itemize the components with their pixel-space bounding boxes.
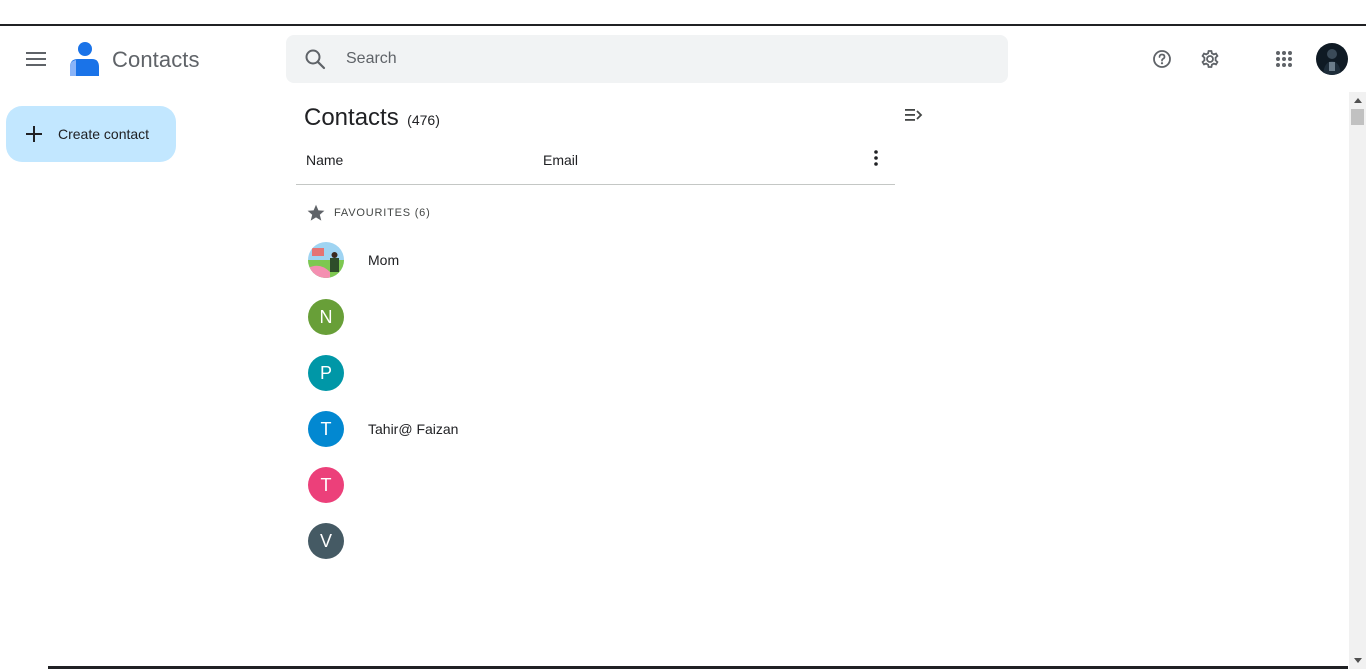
column-headers: Name Email [296, 140, 895, 185]
star-icon [307, 204, 325, 221]
contacts-list-header: Contacts (476) [304, 104, 440, 132]
hamburger-menu-icon [26, 52, 46, 66]
contact-row[interactable]: T [296, 457, 895, 513]
page-scrollbar[interactable] [1349, 92, 1366, 669]
contact-avatar: N [308, 299, 344, 335]
contact-avatar: P [308, 355, 344, 391]
contact-name: Tahir@ Faizan [368, 421, 459, 437]
scroll-down-arrow-icon[interactable] [1349, 652, 1366, 669]
apps-grid-icon [1276, 51, 1292, 67]
column-header-name[interactable]: Name [306, 152, 343, 168]
more-vert-icon [874, 150, 878, 166]
create-contact-button[interactable]: Create contact [6, 106, 176, 162]
page-title: Contacts [304, 104, 399, 131]
main-menu-button[interactable] [16, 39, 56, 79]
favourites-section-header: FAVOURITES (6) [306, 203, 431, 223]
contact-row[interactable]: T Tahir@ Faizan [296, 401, 895, 457]
scroll-thumb[interactable] [1351, 109, 1364, 125]
app-header: Contacts [0, 26, 1366, 92]
account-avatar[interactable] [1316, 43, 1348, 75]
browser-top-strip [0, 0, 1366, 26]
more-options-button[interactable] [864, 146, 888, 170]
favourites-label: FAVOURITES (6) [334, 207, 431, 219]
toggle-side-panel-button[interactable] [900, 101, 928, 129]
app-title[interactable]: Contacts [112, 47, 200, 73]
column-header-email[interactable]: Email [543, 152, 578, 168]
contact-count: (476) [407, 112, 440, 128]
contact-row[interactable]: P [296, 345, 895, 401]
search-bar[interactable] [286, 35, 1008, 83]
contact-row[interactable]: Mom [296, 232, 895, 288]
create-contact-label: Create contact [58, 126, 150, 142]
contact-name: Mom [368, 252, 400, 268]
help-icon [1153, 50, 1171, 68]
contact-photo [308, 242, 344, 278]
help-button[interactable] [1142, 39, 1182, 79]
search-icon[interactable] [303, 47, 327, 71]
plus-icon [22, 122, 46, 146]
contacts-logo-icon[interactable] [68, 40, 100, 76]
gear-icon [1201, 50, 1219, 68]
scroll-up-arrow-icon[interactable] [1349, 92, 1366, 109]
contact-row[interactable]: N [296, 289, 895, 345]
contact-avatar: T [308, 411, 344, 447]
search-input[interactable] [346, 50, 946, 68]
google-apps-button[interactable] [1264, 39, 1304, 79]
contact-avatar: V [308, 523, 344, 559]
collapse-panel-icon [905, 109, 923, 121]
settings-button[interactable] [1190, 39, 1230, 79]
contact-avatar: T [308, 467, 344, 503]
contact-row[interactable]: V [296, 513, 895, 569]
